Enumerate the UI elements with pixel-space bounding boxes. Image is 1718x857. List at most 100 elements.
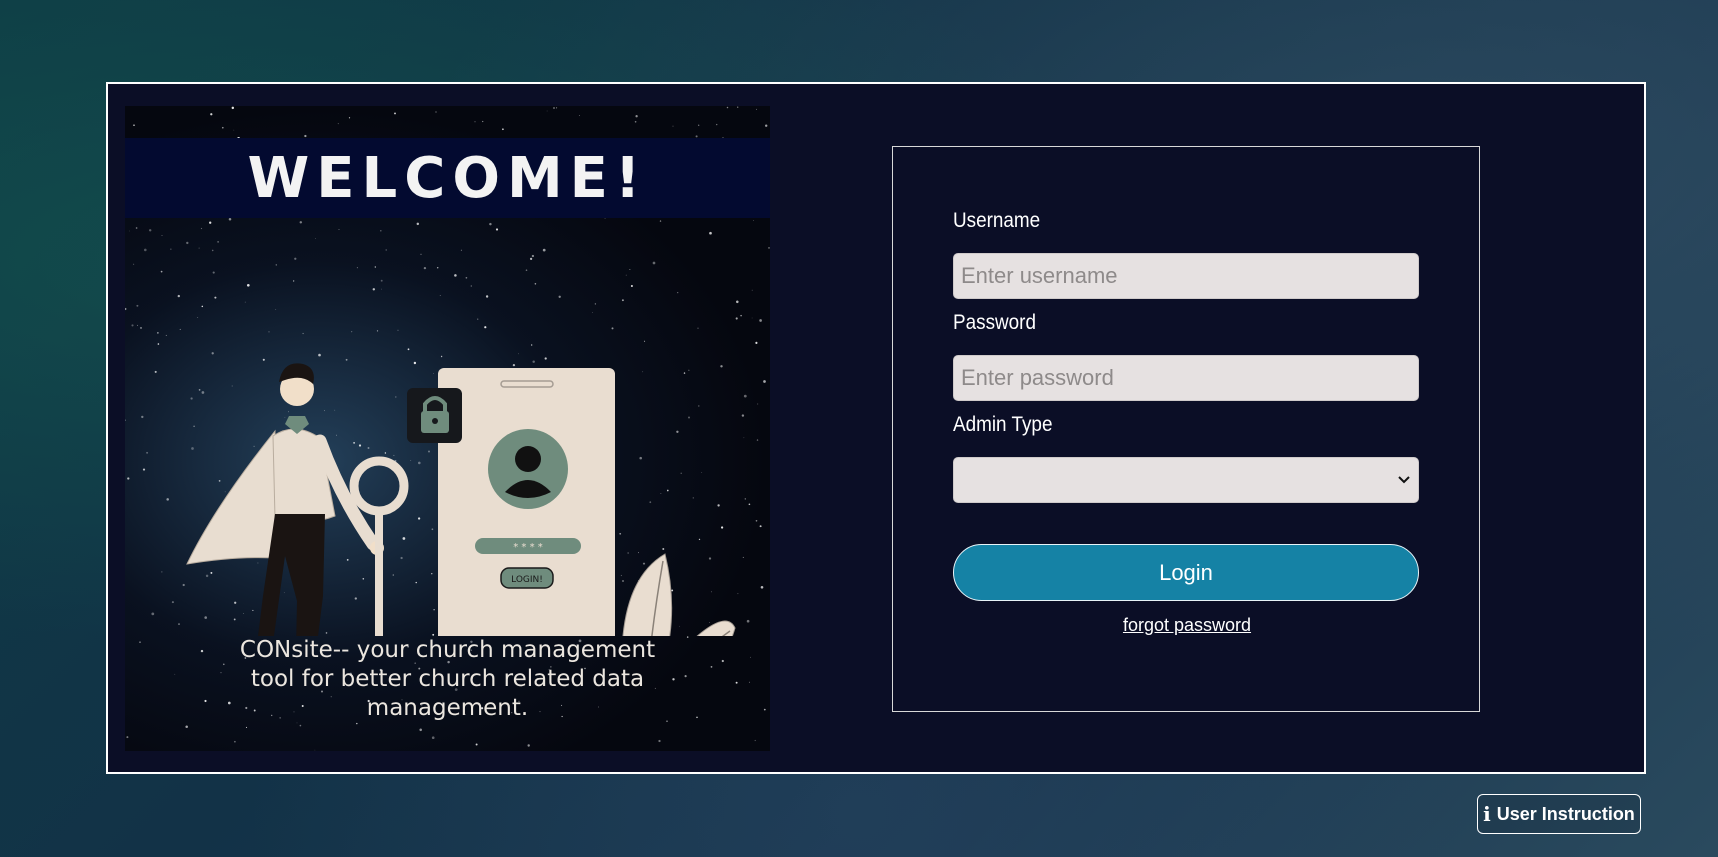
star xyxy=(556,107,558,109)
key-icon xyxy=(349,456,409,636)
star xyxy=(765,124,768,127)
star xyxy=(170,248,172,250)
leaf-icon xyxy=(622,553,736,636)
star xyxy=(768,247,770,249)
star xyxy=(420,253,422,255)
star xyxy=(211,249,214,252)
user-instruction-label: User Instruction xyxy=(1496,803,1635,824)
star xyxy=(299,221,303,224)
star xyxy=(756,108,757,110)
password-label: Password xyxy=(953,311,1036,334)
star xyxy=(139,641,141,643)
star xyxy=(217,241,219,243)
star xyxy=(659,220,662,222)
star xyxy=(200,227,203,230)
star xyxy=(299,724,302,727)
phone-mockup: * * * * LOGIN! xyxy=(438,368,615,636)
login-panel: WELCOME! * * * * LOGIN! CONsite-- your c… xyxy=(106,82,1646,774)
star xyxy=(527,744,530,747)
star xyxy=(315,238,316,239)
username-input[interactable] xyxy=(953,253,1419,299)
star xyxy=(658,739,661,743)
star xyxy=(129,230,130,232)
forgot-password-link[interactable]: forgot password xyxy=(893,615,1481,636)
password-input[interactable] xyxy=(953,355,1419,401)
star xyxy=(709,231,712,235)
star xyxy=(126,736,129,739)
star xyxy=(502,128,504,131)
star xyxy=(234,740,236,743)
star xyxy=(385,249,387,251)
star xyxy=(460,249,462,251)
phone-login-label: LOGIN! xyxy=(511,575,543,585)
star xyxy=(304,134,307,138)
welcome-illustration: WELCOME! * * * * LOGIN! CONsite-- your c… xyxy=(125,106,770,751)
welcome-banner: WELCOME! xyxy=(125,138,770,218)
star xyxy=(210,113,213,116)
star xyxy=(233,129,235,131)
star xyxy=(337,123,339,125)
star xyxy=(475,743,478,746)
star xyxy=(726,106,729,109)
star xyxy=(495,228,499,231)
star xyxy=(228,217,232,221)
star xyxy=(144,248,147,252)
star xyxy=(231,106,235,110)
star xyxy=(763,708,766,711)
caption-line: CONsite-- your church management xyxy=(239,637,656,663)
star xyxy=(348,117,351,119)
star xyxy=(716,123,718,126)
info-icon: i xyxy=(1483,802,1491,826)
admin-type-select[interactable] xyxy=(953,457,1419,503)
star xyxy=(431,736,435,740)
phone-password-mask: * * * * xyxy=(513,542,543,553)
welcome-title: WELCOME! xyxy=(247,145,648,211)
star xyxy=(634,120,637,123)
star xyxy=(185,725,188,728)
star xyxy=(416,222,420,226)
star xyxy=(737,106,739,108)
star xyxy=(209,221,212,224)
star xyxy=(161,235,163,236)
star xyxy=(542,248,546,252)
star xyxy=(394,112,396,115)
caption-line: management. xyxy=(366,695,529,721)
star xyxy=(314,749,316,751)
star xyxy=(750,656,751,658)
user-instruction-button[interactable]: i User Instruction xyxy=(1477,794,1641,834)
star xyxy=(546,110,548,112)
star xyxy=(482,120,484,123)
username-label: Username xyxy=(953,209,1041,232)
star xyxy=(198,247,200,249)
star xyxy=(221,126,224,129)
login-form: Username Password Admin Type Login forgo… xyxy=(892,146,1480,712)
chevron-down-icon xyxy=(1398,476,1410,484)
welcome-caption: CONsite-- your church management tool fo… xyxy=(185,636,710,723)
star xyxy=(474,121,476,123)
star xyxy=(635,115,638,118)
star xyxy=(553,107,555,109)
star xyxy=(721,659,724,663)
star xyxy=(380,229,382,232)
caption-line: tool for better church related data xyxy=(250,666,645,692)
star xyxy=(578,114,580,116)
admin-type-label: Admin Type xyxy=(953,413,1053,436)
star xyxy=(489,222,492,226)
login-illustration: * * * * LOGIN! xyxy=(186,363,736,636)
star xyxy=(754,739,756,742)
star xyxy=(753,220,755,222)
star xyxy=(435,111,437,113)
star xyxy=(133,124,135,126)
login-button[interactable]: Login xyxy=(953,544,1419,601)
lock-icon xyxy=(407,388,462,443)
star xyxy=(748,681,751,683)
star xyxy=(148,229,152,232)
star xyxy=(735,681,738,684)
star xyxy=(186,241,189,245)
star xyxy=(174,673,176,675)
star xyxy=(710,666,713,668)
star xyxy=(135,227,138,229)
star xyxy=(419,728,422,732)
star xyxy=(338,228,340,230)
star xyxy=(672,125,674,127)
